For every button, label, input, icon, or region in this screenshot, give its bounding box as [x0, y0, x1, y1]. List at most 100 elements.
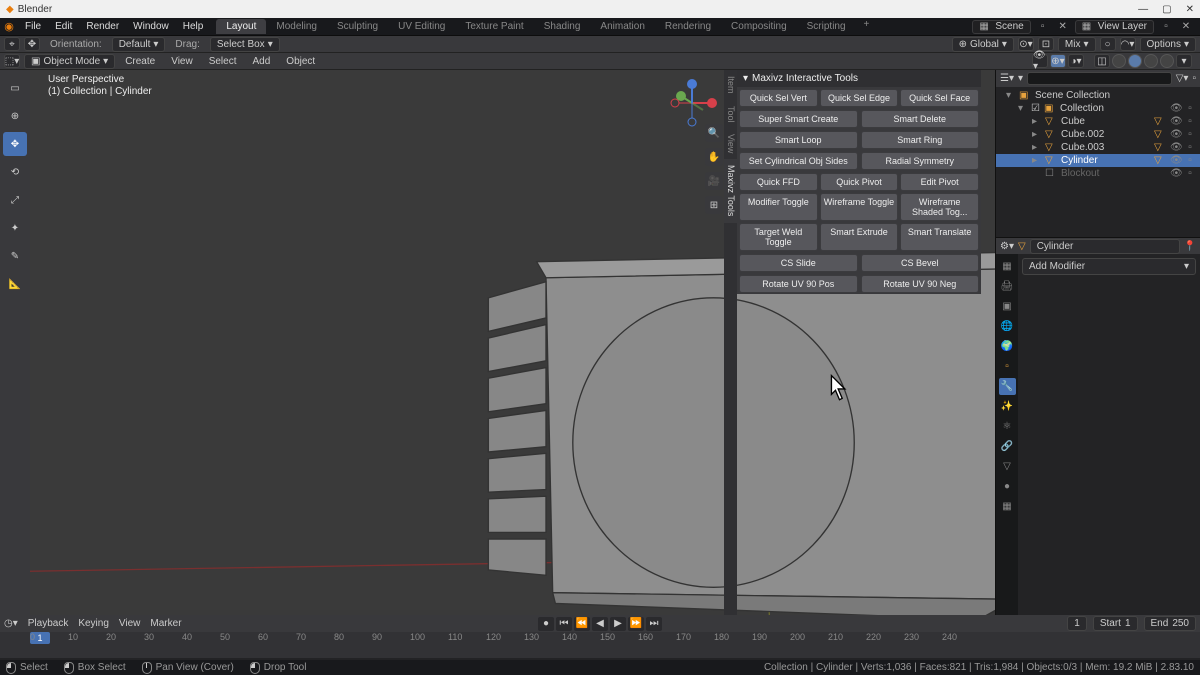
outliner-editor-icon[interactable]: ☰▾	[1000, 73, 1014, 84]
timeline-ruler[interactable]: 1 01020304050607080901001101201301401501…	[0, 632, 1200, 658]
close-icon[interactable]: ✕	[1186, 4, 1194, 15]
add-modifier-dropdown[interactable]: Add Modifier▾	[1022, 258, 1196, 275]
btn-cs-bevel[interactable]: CS Bevel	[861, 254, 980, 272]
btn-smart-ring[interactable]: Smart Ring	[861, 131, 980, 149]
ptab-output[interactable]: 🖨	[999, 278, 1016, 295]
jump-next-key-icon[interactable]: ⏩	[628, 617, 644, 631]
move-tool-icon[interactable]: ✥	[24, 37, 40, 51]
menu-view[interactable]: View	[165, 56, 199, 67]
outliner-item-cube003[interactable]: ▸▽Cube.003▽👁▫	[996, 141, 1200, 154]
menu-object[interactable]: Object	[280, 56, 321, 67]
options-dropdown[interactable]: Options ▾	[1140, 37, 1197, 52]
shading-solid-icon[interactable]	[1128, 54, 1142, 68]
btn-smart-delete[interactable]: Smart Delete	[861, 110, 980, 128]
btn-cs-slide[interactable]: CS Slide	[739, 254, 858, 272]
minimize-icon[interactable]: —	[1138, 4, 1148, 15]
menu-window[interactable]: Window	[126, 21, 176, 32]
outliner-new-collection-icon[interactable]: ▫	[1192, 73, 1196, 84]
jump-end-icon[interactable]: ⏭	[646, 617, 662, 631]
snap-dropdown[interactable]: Mix ▾	[1058, 37, 1096, 52]
btn-quick-ffd[interactable]: Quick FFD	[739, 173, 818, 191]
scene-selector[interactable]: ▦ Scene	[972, 20, 1030, 34]
camera-view-icon[interactable]: 🎥	[705, 172, 723, 190]
vtab-item[interactable]: Item	[724, 70, 737, 100]
pan-icon[interactable]: ✋	[705, 148, 723, 166]
vtab-view[interactable]: View	[724, 128, 737, 159]
cursor-tool[interactable]: ⊕	[3, 104, 27, 128]
menu-edit[interactable]: Edit	[48, 21, 79, 32]
frame-start-field[interactable]: Start 1	[1093, 616, 1138, 631]
timeline-editor-icon[interactable]: ◷▾	[4, 618, 18, 629]
menu-help[interactable]: Help	[176, 21, 211, 32]
add-workspace-icon[interactable]: +	[856, 19, 878, 34]
xray-toggle-icon[interactable]: ◫	[1094, 54, 1110, 68]
outliner-row-collection[interactable]: ▾☑▣Collection👁▫	[996, 102, 1200, 115]
menu-select[interactable]: Select	[203, 56, 243, 67]
btn-quick-sel-edge[interactable]: Quick Sel Edge	[820, 89, 899, 107]
tab-scripting[interactable]: Scripting	[797, 19, 856, 34]
btn-wireframe-toggle[interactable]: Wireframe Toggle	[820, 193, 899, 221]
tl-menu-playback[interactable]: Playback	[28, 618, 69, 629]
btn-rotate-uv-neg[interactable]: Rotate UV 90 Neg	[861, 275, 980, 293]
outliner-item-blockout[interactable]: ☐Blockout👁▫	[996, 167, 1200, 180]
tab-sculpting[interactable]: Sculpting	[327, 19, 388, 34]
tab-animation[interactable]: Animation	[590, 19, 654, 34]
ptab-particles[interactable]: ✨	[999, 398, 1016, 415]
tab-uv-editing[interactable]: UV Editing	[388, 19, 455, 34]
outliner-item-cube002[interactable]: ▸▽Cube.002▽👁▫	[996, 128, 1200, 141]
ptab-mesh[interactable]: ▽	[999, 458, 1016, 475]
properties-editor-icon[interactable]: ⚙▾	[1000, 241, 1014, 252]
play-icon[interactable]: ▶	[610, 617, 626, 631]
orientation-dropdown[interactable]: Default▾	[112, 37, 166, 52]
pivot-dropdown-icon[interactable]: ⊙▾	[1018, 37, 1034, 51]
viewlayer-new-icon[interactable]: ▫	[1158, 21, 1174, 32]
menu-render[interactable]: Render	[79, 21, 126, 32]
btn-quick-pivot[interactable]: Quick Pivot	[820, 173, 899, 191]
properties-context[interactable]: Cylinder	[1030, 239, 1180, 254]
btn-radial-symmetry[interactable]: Radial Symmetry	[861, 152, 980, 170]
ptab-modifier[interactable]: 🔧	[999, 378, 1016, 395]
jump-start-icon[interactable]: ⏮	[556, 617, 572, 631]
tab-shading[interactable]: Shading	[534, 19, 591, 34]
menu-add[interactable]: Add	[247, 56, 277, 67]
tab-layout[interactable]: Layout	[216, 19, 266, 34]
tab-compositing[interactable]: Compositing	[721, 19, 797, 34]
btn-quick-sel-vert[interactable]: Quick Sel Vert	[739, 89, 818, 107]
outliner[interactable]: ▾▣Scene Collection ▾☑▣Collection👁▫ ▸▽Cub…	[996, 87, 1200, 237]
outliner-display-icon[interactable]: ▾	[1018, 73, 1023, 84]
ptab-texture[interactable]: ▦	[999, 498, 1016, 515]
outliner-search-input[interactable]	[1027, 72, 1172, 85]
outliner-filter-icon[interactable]: ▽▾	[1176, 73, 1189, 84]
gizmo-toggle-icon[interactable]: ⊕▾	[1050, 54, 1066, 68]
btn-smart-extrude[interactable]: Smart Extrude	[820, 223, 899, 251]
npanel-title[interactable]: ▾Maxivz Interactive Tools	[737, 70, 981, 87]
outliner-item-cylinder[interactable]: ▸▽Cylinder▽👁▫	[996, 154, 1200, 167]
frame-current-field[interactable]: 1	[1067, 616, 1087, 631]
visibility-dropdown-icon[interactable]: 👁▾	[1032, 54, 1048, 68]
outliner-row-scene[interactable]: ▾▣Scene Collection	[996, 89, 1200, 102]
menu-create[interactable]: Create	[119, 56, 161, 67]
tl-menu-view[interactable]: View	[119, 618, 141, 629]
play-reverse-icon[interactable]: ◀	[592, 617, 608, 631]
ptab-physics[interactable]: ⚛	[999, 418, 1016, 435]
viewport-3d[interactable]: User Perspective (1) Collection | Cylind…	[30, 70, 995, 615]
shading-options-icon[interactable]: ▾	[1176, 54, 1192, 68]
tab-modeling[interactable]: Modeling	[266, 19, 327, 34]
proportional-falloff-icon[interactable]: ◠▾	[1120, 37, 1136, 51]
measure-tool[interactable]: 📐	[3, 272, 27, 296]
btn-modifier-toggle[interactable]: Modifier Toggle	[739, 193, 818, 221]
ptab-viewlayer[interactable]: ▣	[999, 298, 1016, 315]
btn-rotate-uv-pos[interactable]: Rotate UV 90 Pos	[739, 275, 858, 293]
drag-dropdown[interactable]: Select Box▾	[210, 37, 280, 52]
rotate-tool[interactable]: ⟲	[3, 160, 27, 184]
scene-new-icon[interactable]: ▫	[1035, 21, 1051, 32]
viewlayer-delete-icon[interactable]: ✕	[1178, 21, 1194, 32]
cursor-tool-dropdown-icon[interactable]: ⌖	[4, 37, 20, 51]
ptab-render[interactable]: ▦	[999, 258, 1016, 275]
perspective-toggle-icon[interactable]: ⊞	[705, 196, 723, 214]
btn-smart-translate[interactable]: Smart Translate	[900, 223, 979, 251]
viewlayer-browse-icon[interactable]: ▦	[1076, 21, 1092, 32]
btn-quick-sel-face[interactable]: Quick Sel Face	[900, 89, 979, 107]
maximize-icon[interactable]: ▢	[1162, 4, 1171, 15]
btn-target-weld-toggle[interactable]: Target Weld Toggle	[739, 223, 818, 251]
